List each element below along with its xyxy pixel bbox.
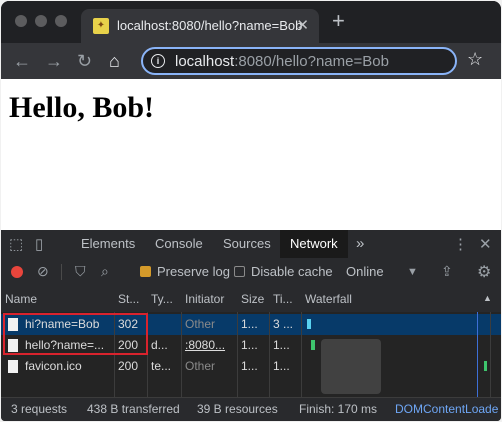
- cell-size: 1...: [241, 359, 258, 373]
- table-row[interactable]: favicon.ico 200 te... Other 1... 1...: [1, 356, 501, 377]
- highlight-box: [3, 313, 148, 355]
- back-icon[interactable]: ←: [13, 49, 31, 73]
- page-heading: Hello, Bob!: [9, 91, 155, 124]
- browser-toolbar: ← → ↻ ⌂ i localhost:8080/hello?name=Bob …: [1, 43, 501, 79]
- minimize-window-button[interactable]: [35, 15, 47, 27]
- divider: [181, 312, 182, 397]
- throttling-select[interactable]: Online: [346, 264, 384, 279]
- dcl-marker-line: [477, 312, 478, 397]
- kebab-menu-icon[interactable]: ⋮: [453, 235, 468, 253]
- chevron-down-icon[interactable]: ▼: [407, 266, 418, 278]
- clear-icon[interactable]: ⊘: [37, 263, 49, 280]
- dom-content-loaded: DOMContentLoade: [395, 402, 499, 416]
- new-tab-icon[interactable]: +: [332, 9, 345, 33]
- inspect-element-icon[interactable]: ⬚: [9, 235, 23, 253]
- col-initiator[interactable]: Initiator: [181, 286, 237, 312]
- tab-network[interactable]: Network: [280, 230, 348, 258]
- info-icon[interactable]: i: [151, 54, 165, 68]
- transferred-size: 438 B transferred: [87, 402, 180, 416]
- resources-size: 39 B resources: [197, 402, 278, 416]
- device-toolbar-icon[interactable]: ▯: [35, 235, 43, 253]
- document-icon: [8, 360, 18, 373]
- col-name[interactable]: Name: [1, 286, 114, 312]
- bookmark-star-icon[interactable]: ☆: [467, 49, 483, 70]
- url-path: :8080/hello?name=Bob: [234, 53, 389, 70]
- url-host: localhost: [175, 53, 235, 70]
- col-size[interactable]: Size: [237, 286, 269, 312]
- tab-strip: ✦ localhost:8080/hello?name=Bob ✕ +: [1, 1, 501, 43]
- preserve-log-label: Preserve log: [157, 264, 230, 279]
- tomcat-favicon-icon: ✦: [93, 18, 109, 34]
- close-window-button[interactable]: [15, 15, 27, 27]
- close-tab-icon[interactable]: ✕: [296, 16, 309, 34]
- disable-cache-label: Disable cache: [251, 264, 333, 279]
- finish-time: Finish: 170 ms: [299, 402, 378, 416]
- home-icon[interactable]: ⌂: [109, 49, 120, 73]
- tab-elements[interactable]: Elements: [71, 230, 145, 258]
- more-tabs-icon[interactable]: »: [356, 235, 364, 252]
- tab-title: localhost:8080/hello?name=Bob: [117, 18, 303, 33]
- cell-size: 1...: [241, 317, 258, 331]
- browser-tab[interactable]: ✦ localhost:8080/hello?name=Bob ✕: [81, 9, 319, 43]
- record-button[interactable]: [11, 266, 23, 278]
- tab-sources[interactable]: Sources: [213, 230, 281, 258]
- watermark-logo: [321, 339, 381, 394]
- address-bar[interactable]: i localhost:8080/hello?name=Bob: [141, 47, 457, 75]
- page-content: Hello, Bob!: [1, 79, 501, 230]
- waterfall-bar: [311, 340, 315, 350]
- divider: [301, 312, 302, 397]
- divider: [237, 312, 238, 397]
- maximize-window-button[interactable]: [55, 15, 67, 27]
- col-time[interactable]: Ti...: [269, 286, 301, 312]
- import-har-icon[interactable]: ⇪: [441, 263, 453, 280]
- settings-gear-icon[interactable]: ⚙: [477, 262, 491, 282]
- devtools-tabbar: ⬚ ▯ Elements Console Sources Network » ⋮…: [1, 230, 501, 259]
- cell-name: favicon.ico: [25, 359, 82, 373]
- network-status-bar: 3 requests 438 B transferred 39 B resour…: [1, 397, 501, 421]
- cell-type: te...: [151, 359, 172, 373]
- close-devtools-icon[interactable]: ✕: [479, 235, 492, 253]
- cell-initiator: Other: [185, 317, 216, 331]
- reload-icon[interactable]: ↻: [77, 49, 92, 73]
- preserve-log-checkbox[interactable]: [140, 266, 151, 277]
- tab-console[interactable]: Console: [145, 230, 213, 258]
- filter-icon[interactable]: ⛉: [75, 263, 86, 280]
- cell-time: 3 ...: [273, 317, 294, 331]
- scrollbar-track[interactable]: [490, 312, 491, 397]
- waterfall-bar: [307, 319, 311, 329]
- forward-icon[interactable]: →: [45, 49, 63, 73]
- cell-size: 1...: [241, 338, 258, 352]
- browser-window: ✦ localhost:8080/hello?name=Bob ✕ + ← → …: [1, 1, 501, 421]
- col-type[interactable]: Ty...: [147, 286, 181, 312]
- cell-initiator-link[interactable]: :8080...: [181, 335, 237, 356]
- cell-status: 200: [118, 359, 139, 373]
- waterfall-bar: [484, 361, 487, 371]
- network-table-header: Name St... Ty... Initiator Size Ti... Wa…: [1, 286, 501, 313]
- divider: [269, 312, 270, 397]
- cell-type: d...: [151, 338, 168, 352]
- cell-initiator: Other: [185, 359, 216, 373]
- network-toolbar: ⊘ ⛉ ⌕ Preserve log Disable cache Online …: [1, 258, 501, 287]
- request-count: 3 requests: [11, 402, 68, 416]
- sort-up-icon[interactable]: ▲: [483, 293, 492, 303]
- col-waterfall[interactable]: Waterfall: [301, 286, 481, 312]
- col-status[interactable]: St...: [114, 286, 147, 312]
- cell-time: 1...: [273, 338, 290, 352]
- disable-cache-checkbox[interactable]: [234, 266, 245, 277]
- cell-type: [147, 314, 181, 335]
- search-icon[interactable]: ⌕: [101, 263, 109, 280]
- cell-time: 1...: [273, 359, 290, 373]
- divider: [61, 264, 62, 280]
- url-text: localhost:8080/hello?name=Bob: [175, 53, 389, 70]
